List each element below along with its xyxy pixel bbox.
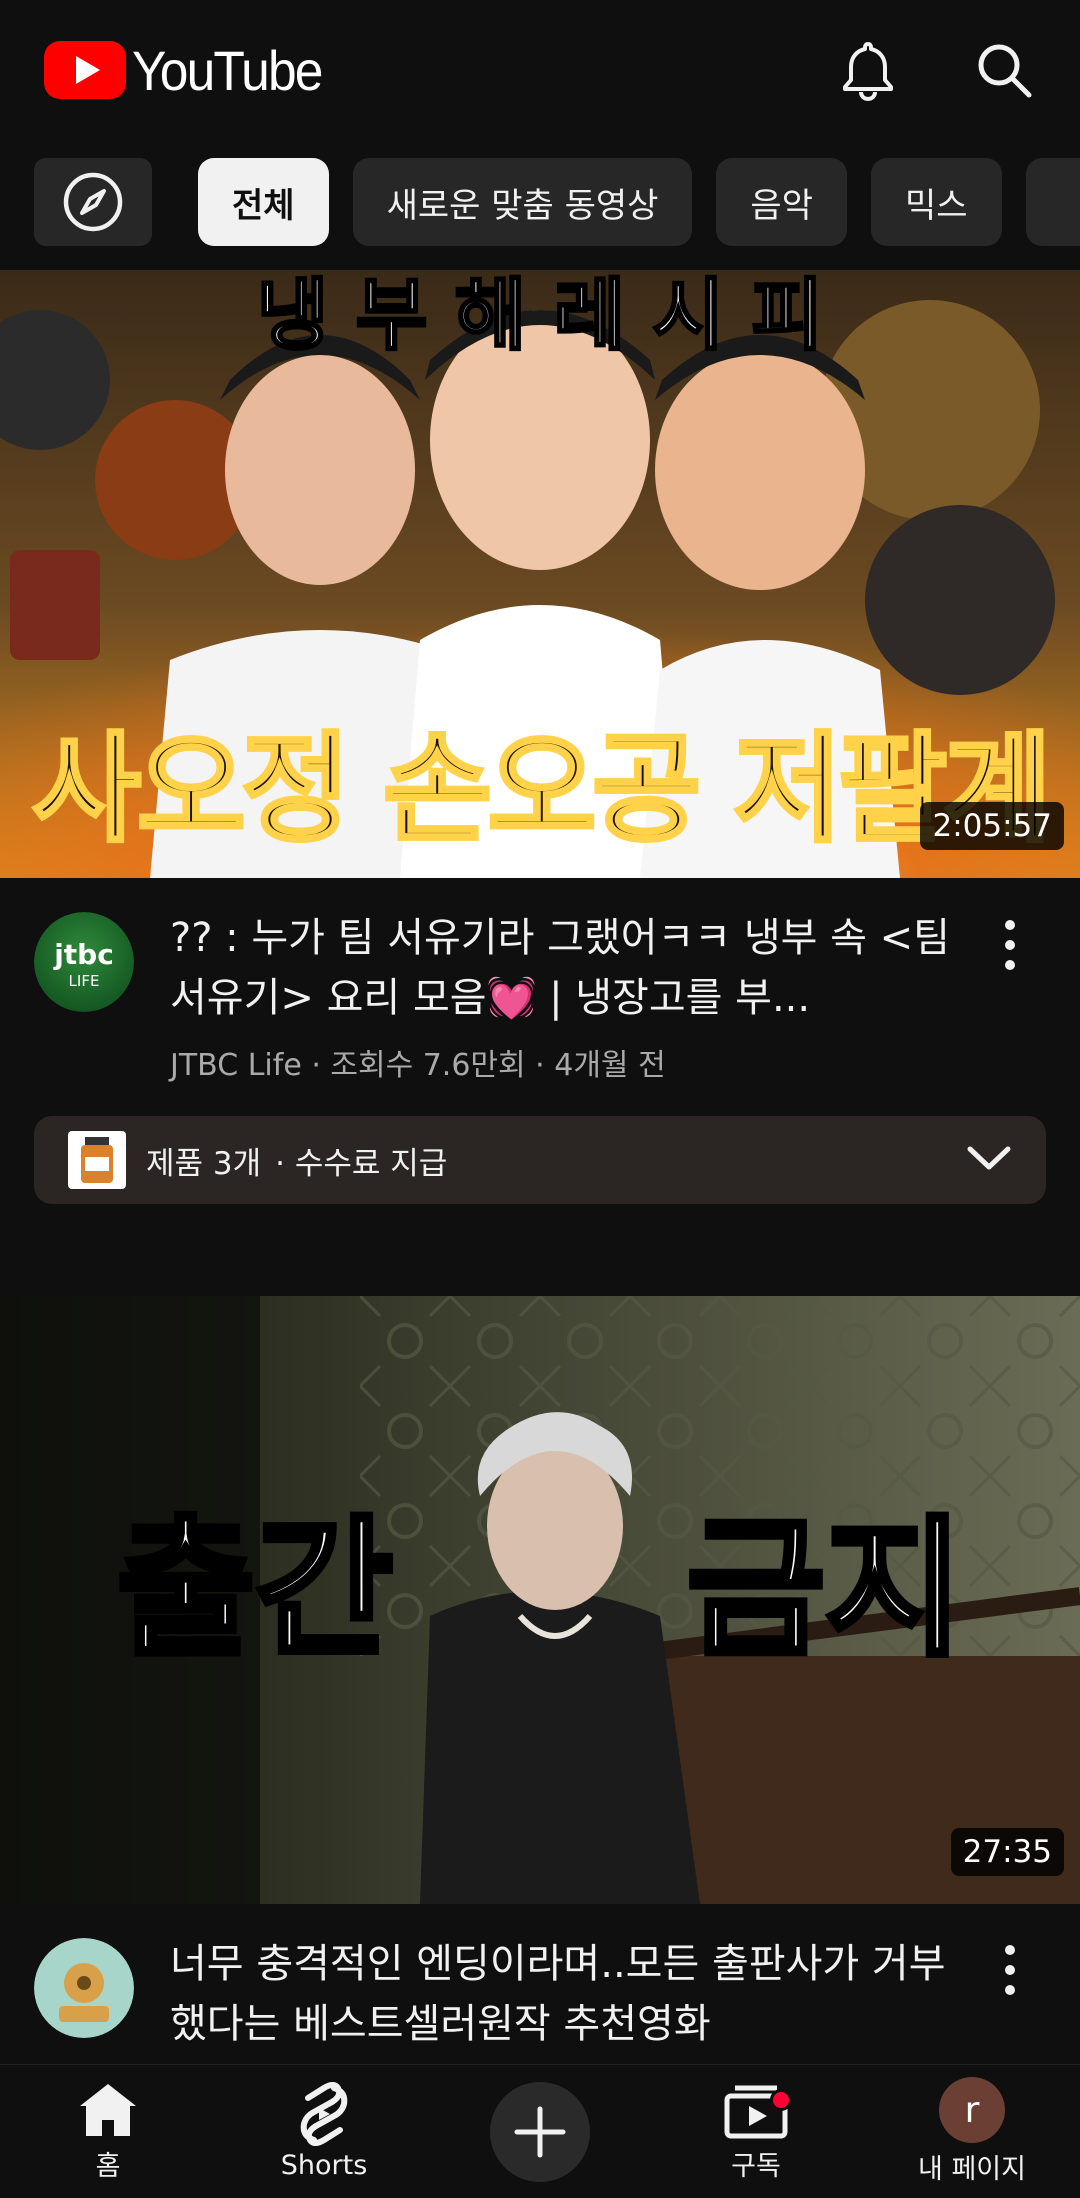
search-button[interactable]: [972, 38, 1036, 102]
chip-new-to-you[interactable]: 새로운 맞춤 동영상: [352, 158, 693, 246]
nav-you-label: 내 페이지: [918, 2154, 1026, 2185]
thumbnail-right-text: 금지: [687, 1503, 963, 1677]
youtube-app: YouTube 전체 새로운 맞춤 동영상 음악 믹스 냉 부 해 레 시 피 …: [0, 0, 1080, 2198]
new-content-badge: [770, 2089, 792, 2111]
nav-subscriptions[interactable]: 구독: [648, 2065, 864, 2198]
products-count-label: 제품 3개: [146, 1145, 262, 1182]
dot: [1005, 1945, 1015, 1955]
more-options-button-2[interactable]: [990, 1930, 1030, 2010]
thumbnail-left-text: 출간: [117, 1503, 393, 1677]
chip-partial[interactable]: [1025, 158, 1080, 246]
search-icon: [978, 44, 1032, 98]
nav-shorts[interactable]: Shorts: [216, 2065, 432, 2198]
duration-badge: 2:05:57: [920, 802, 1064, 850]
thumbnail-image: 냉 부 해 레 시 피 사오정 손오공 저팔계: [0, 270, 1080, 878]
youtube-wordmark: YouTube: [132, 38, 323, 102]
video-metadata-1: JTBC Life · 조회수 7.6만회 · 4개월 전: [170, 1048, 666, 1083]
more-options-button-1[interactable]: [990, 905, 1030, 985]
category-chips: 전체 새로운 맞춤 동영상 음악 믹스: [34, 158, 1080, 246]
dot: [1005, 1965, 1015, 1975]
chevron-down-icon: [966, 1143, 1012, 1177]
notifications-button[interactable]: [836, 38, 900, 102]
bottom-navigation: 홈 Shorts 구독 r 내 페이지: [0, 2064, 1080, 2198]
youtube-play-logo-icon: [44, 41, 126, 99]
dot: [1005, 920, 1015, 930]
compass-icon: [63, 172, 123, 232]
nav-subscriptions-label: 구독: [731, 2151, 781, 2182]
channel-avatar-2[interactable]: [34, 1938, 134, 2038]
commission-label: · 수수료 지급: [275, 1145, 448, 1182]
create-button[interactable]: [490, 2081, 590, 2182]
top-app-bar: YouTube: [0, 0, 1080, 140]
nav-home[interactable]: 홈: [0, 2065, 216, 2198]
profile-avatar: r: [939, 2077, 1005, 2143]
video-title-1[interactable]: ?? : 누가 팀 서유기라 그랬어ㅋㅋ 냉부 속 <팀 서유기> 요리 모음💓…: [170, 908, 950, 1028]
home-icon: [80, 2084, 136, 2136]
product-thumbnail: [68, 1131, 126, 1189]
nav-home-label: 홈: [95, 2151, 121, 2182]
video-thumbnail-1[interactable]: 냉 부 해 레 시 피 사오정 손오공 저팔계 2:05:57: [0, 270, 1080, 878]
video-title-2[interactable]: 너무 충격적인 엔딩이라며..모든 출판사가 거부했다는 베스트셀러원작 추천영…: [170, 1934, 950, 2054]
dot: [1005, 1985, 1015, 1995]
chip-music[interactable]: 음악: [716, 158, 847, 246]
plus-icon: [514, 2106, 566, 2157]
thumbnail-bottom-text: 사오정 손오공 저팔계: [32, 720, 1047, 858]
explore-button[interactable]: [34, 158, 152, 246]
chip-all[interactable]: 전체: [198, 158, 329, 246]
nav-create[interactable]: [432, 2065, 648, 2198]
duration-badge: 27:35: [950, 1828, 1064, 1876]
nav-you[interactable]: r 내 페이지: [864, 2065, 1080, 2198]
chip-mixes[interactable]: 믹스: [870, 158, 1002, 246]
shorts-icon: [300, 2082, 348, 2146]
thumbnail-top-text: 냉 부 해 레 시 피: [257, 271, 823, 361]
thumbnail-image: 출간 금지: [0, 1296, 1080, 1904]
dot: [1005, 940, 1015, 950]
products-bar[interactable]: 제품 3개 · 수수료 지급: [34, 1116, 1046, 1204]
channel-avatar-jtbc[interactable]: jtbc LIFE: [34, 912, 134, 1012]
dot: [1005, 960, 1015, 970]
youtube-logo[interactable]: YouTube: [44, 38, 338, 103]
video-thumbnail-2[interactable]: 출간 금지 27:35: [0, 1296, 1080, 1904]
svg-text:LIFE: LIFE: [69, 972, 100, 990]
nav-shorts-label: Shorts: [280, 2150, 368, 2181]
svg-text:jtbc: jtbc: [53, 938, 114, 971]
bell-icon: [843, 42, 893, 102]
